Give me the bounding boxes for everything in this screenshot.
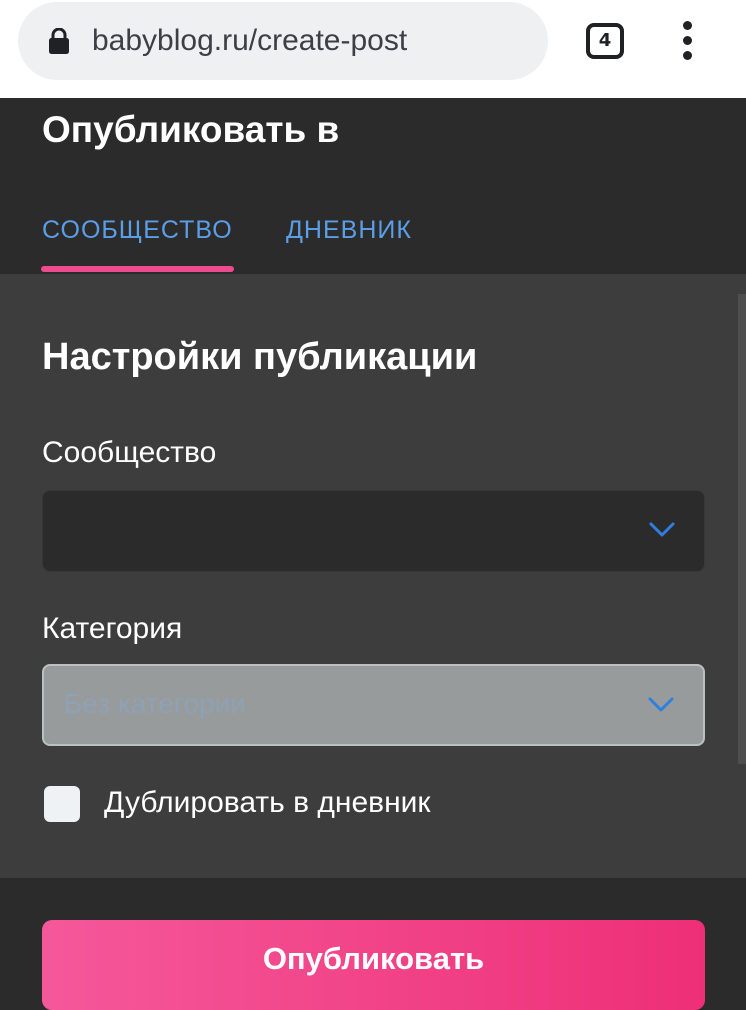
chevron-down-icon (648, 697, 674, 712)
community-label: Сообщество (42, 436, 217, 469)
category-label: Категория (42, 612, 183, 645)
community-select[interactable] (42, 490, 705, 572)
url-text: babyblog.ru/create-post (92, 24, 408, 57)
duplicate-to-diary-label[interactable]: Дублировать в дневник (104, 784, 431, 822)
duplicate-to-diary-checkbox[interactable] (44, 786, 80, 822)
browser-toolbar: babyblog.ru/create-post 4 (0, 0, 746, 98)
more-vert-icon[interactable] (680, 21, 696, 61)
lock-icon (49, 28, 69, 54)
publication-settings-panel: Настройки публикации Сообщество Категори… (0, 274, 746, 878)
tab-community[interactable]: СООБЩЕСТВО (42, 214, 233, 246)
footer: Опубликовать (0, 878, 746, 1010)
page-header: Опубликовать в СООБЩЕСТВО ДНЕВНИК (0, 98, 746, 274)
tab-diary[interactable]: ДНЕВНИК (286, 214, 412, 246)
tab-switcher-button[interactable]: 4 (586, 23, 624, 59)
publish-button-label: Опубликовать (262, 941, 485, 976)
category-select-placeholder: Без категории (64, 688, 246, 719)
address-bar[interactable]: babyblog.ru/create-post (18, 2, 548, 80)
chevron-down-icon (649, 522, 675, 537)
category-select[interactable]: Без категории (42, 664, 705, 746)
active-tab-indicator (41, 266, 234, 272)
settings-title: Настройки публикации (42, 336, 478, 378)
scrollbar[interactable] (738, 294, 746, 764)
publish-button[interactable]: Опубликовать (42, 920, 705, 1010)
page-title: Опубликовать в (42, 109, 340, 150)
